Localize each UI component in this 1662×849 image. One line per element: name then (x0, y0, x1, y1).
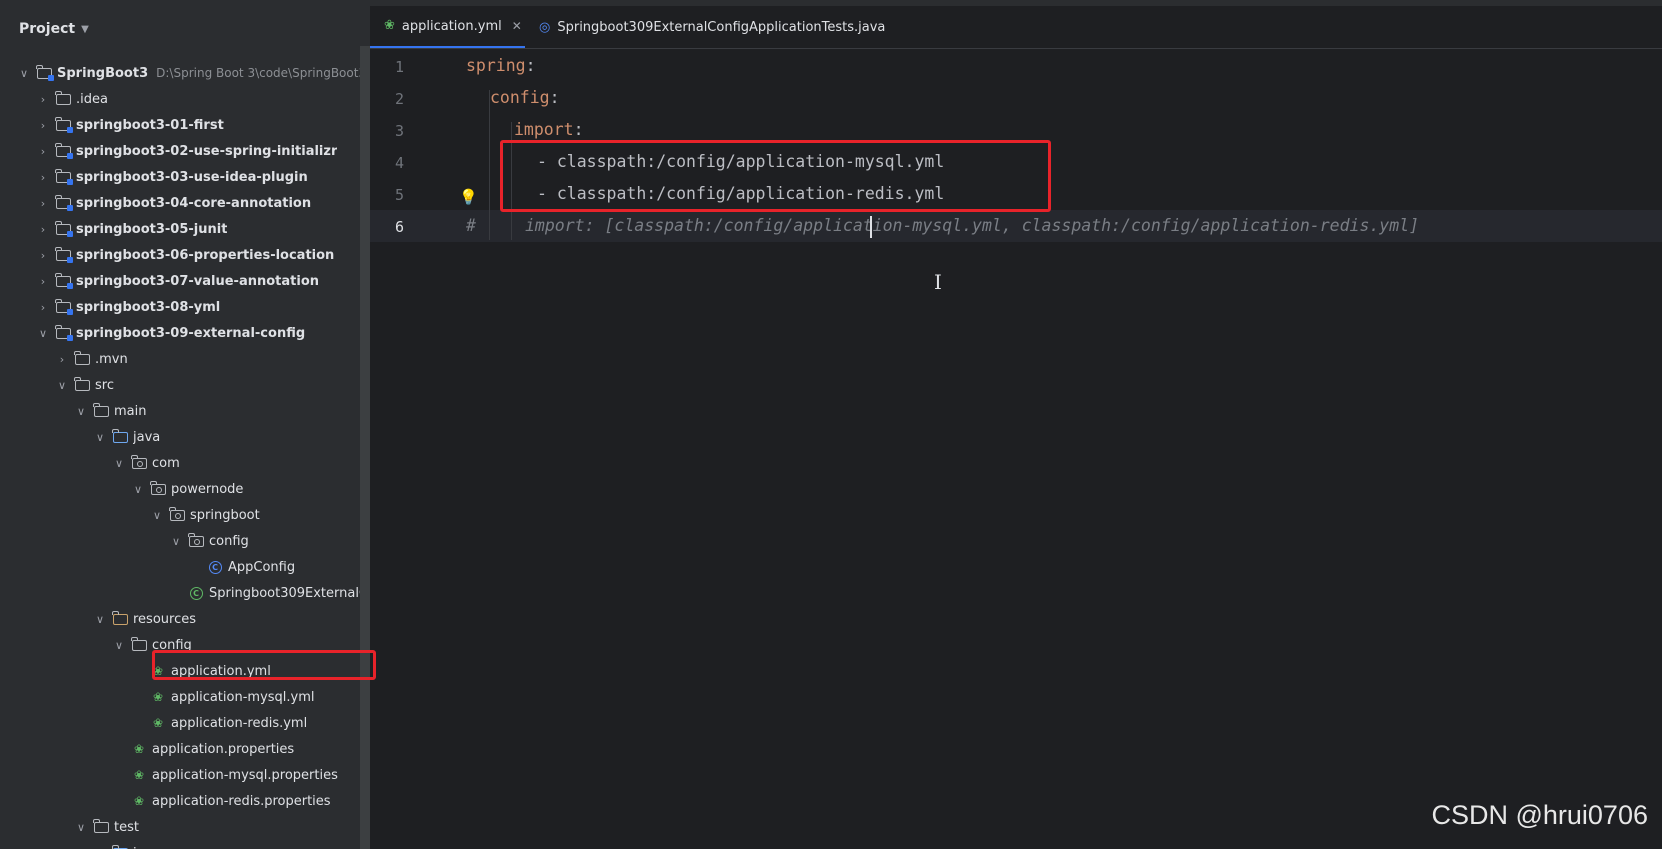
tab-springboot-tests-java[interactable]: ◎ Springboot309ExternalConfigApplication… (525, 6, 923, 48)
yaml-colon: : (525, 56, 536, 75)
lightbulb-icon[interactable]: 💡 (459, 188, 478, 206)
ibeam-cursor-icon: I (934, 270, 942, 294)
yaml-colon: : (573, 120, 584, 139)
yaml-key: spring (466, 56, 526, 75)
highlight-box-code (500, 140, 1051, 212)
yaml-colon: : (549, 88, 560, 107)
close-icon[interactable]: ✕ (512, 19, 522, 33)
code-line-2: config: (490, 88, 560, 107)
code-line-6-comment-mark: # (466, 216, 476, 235)
tab-label: application.yml (401, 18, 502, 34)
watermark: CSDN @hrui0706 (1431, 800, 1648, 830)
chevron-down-icon[interactable]: ▼ (81, 24, 89, 35)
yml-file-icon: ❀ (384, 18, 395, 33)
yaml-key: config (490, 88, 550, 107)
code-line-3: import: (514, 120, 584, 139)
text-caret (870, 216, 872, 238)
tab-label: Springboot309ExternalConfigApplicationTe… (557, 19, 886, 35)
project-view-header[interactable]: Project ▼ (0, 6, 370, 52)
editor-tab-bar: ❀ application.yml ✕ ◎ Springboot309Exter… (370, 6, 1662, 49)
java-test-icon: ◎ (539, 19, 551, 35)
project-view-title: Project (19, 21, 76, 37)
code-line-1: spring: (466, 56, 536, 75)
code-line-6-comment: import: [classpath:/config/application-m… (525, 216, 1420, 235)
tab-application-yml[interactable]: ❀ application.yml ✕ (370, 6, 525, 48)
yaml-key: import (514, 120, 574, 139)
